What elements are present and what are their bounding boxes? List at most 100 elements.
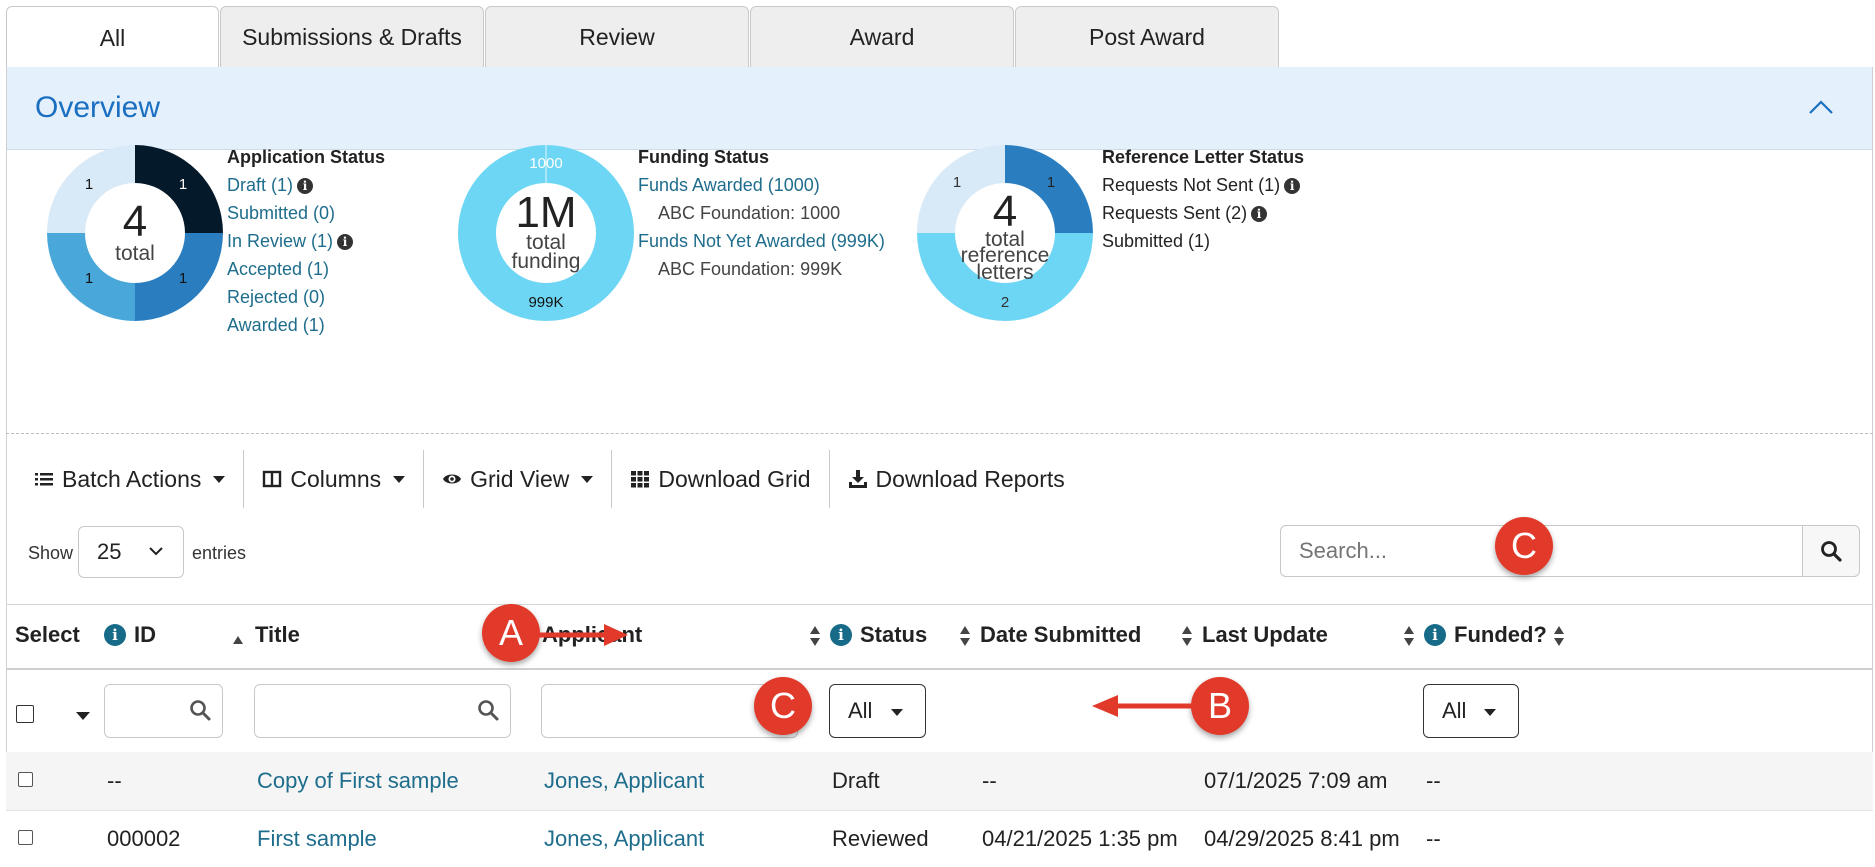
slice-label-top: 1000: [529, 155, 562, 172]
chevron-up-icon[interactable]: [1808, 97, 1834, 117]
tab-all[interactable]: All: [6, 6, 219, 69]
tab-post-award[interactable]: Post Award: [1015, 6, 1279, 68]
header-title[interactable]: Title: [255, 622, 300, 648]
slice-label: 1: [953, 174, 961, 191]
funding-status-legend: Funding Status Funds Awarded (1000) ABC …: [638, 143, 885, 283]
entries-label: entries: [192, 543, 247, 563]
info-icon[interactable]: i: [1284, 178, 1301, 195]
info-icon[interactable]: i: [1251, 206, 1268, 223]
annotation-arrow-b: [1092, 695, 1194, 717]
sort-icon[interactable]: [1553, 624, 1565, 648]
application-total: 4 total: [85, 197, 185, 265]
header-last-update[interactable]: Last Update: [1202, 622, 1328, 648]
cell-applicant[interactable]: Jones, Applicant: [544, 768, 704, 794]
overview-header[interactable]: Overview: [7, 67, 1872, 150]
cell-date-submitted: 04/21/2025 1:35 pm: [982, 826, 1178, 851]
info-icon[interactable]: i: [337, 234, 354, 251]
caret-down-icon: [891, 709, 903, 716]
search-icon: [1821, 541, 1842, 562]
tab-submissions-drafts[interactable]: Submissions & Drafts: [220, 6, 484, 68]
cell-applicant[interactable]: Jones, Applicant: [544, 826, 704, 852]
sort-icon[interactable]: [1181, 624, 1193, 648]
header-status[interactable]: i Status: [830, 622, 927, 648]
download-icon: [848, 470, 867, 488]
legend-requests-sent[interactable]: Requests Sent (2): [1102, 203, 1247, 223]
cell-date-submitted: --: [982, 768, 997, 793]
download-grid-button[interactable]: Download Grid: [612, 450, 830, 508]
status-filter-value: All: [848, 698, 873, 723]
annotation-badge-a: A: [482, 604, 540, 662]
header-id-label: ID: [134, 622, 156, 647]
header-select-label: Select: [15, 622, 80, 647]
legend-requests-not-sent[interactable]: Requests Not Sent (1): [1102, 175, 1280, 195]
header-status-label: Status: [860, 622, 928, 647]
header-date-submitted[interactable]: Date Submitted: [980, 622, 1141, 648]
cell-last-update: 04/29/2025 8:41 pm: [1204, 826, 1400, 851]
info-icon[interactable]: i: [1424, 624, 1446, 646]
batch-actions-button[interactable]: Batch Actions: [30, 450, 245, 508]
slice-label: 1: [179, 270, 187, 287]
cell-id: --: [107, 768, 122, 793]
info-icon[interactable]: i: [297, 178, 314, 195]
cell-title[interactable]: First sample: [257, 826, 377, 852]
row-checkbox[interactable]: [18, 830, 33, 845]
cell-id: 000002: [107, 826, 181, 851]
legend-funds-awarded[interactable]: Funds Awarded (1000): [638, 171, 885, 199]
caret-down-icon: [213, 475, 226, 483]
sort-icon[interactable]: [809, 624, 821, 648]
cell-funded: --: [1426, 826, 1441, 851]
caret-down-icon: [393, 475, 406, 483]
cell-status: Reviewed: [832, 826, 929, 851]
id-filter-input[interactable]: [104, 684, 223, 738]
slice-label: 1: [85, 176, 93, 193]
table-row[interactable]: -- Copy of First sample Jones, Applicant…: [6, 752, 1873, 810]
row-checkbox[interactable]: [18, 772, 33, 787]
sort-asc-icon[interactable]: [232, 628, 244, 652]
download-grid-label: Download Grid: [658, 465, 811, 492]
legend-rejected[interactable]: Rejected (0): [227, 287, 325, 307]
status-filter-select[interactable]: All: [829, 684, 926, 738]
download-reports-label: Download Reports: [875, 465, 1065, 492]
header-select: Select: [15, 622, 80, 648]
legend-funds-not-awarded[interactable]: Funds Not Yet Awarded (999K): [638, 227, 885, 255]
sort-icon[interactable]: [1403, 624, 1415, 648]
search-button[interactable]: [1802, 525, 1860, 577]
entries-per-page-select[interactable]: 25: [78, 526, 184, 578]
columns-button[interactable]: Columns: [244, 450, 425, 508]
header-title-label: Title: [255, 622, 300, 647]
title-filter-input[interactable]: [254, 684, 511, 738]
tab-award[interactable]: Award: [750, 6, 1014, 68]
slice-label: 2: [1001, 294, 1009, 311]
funded-filter-select[interactable]: All: [1423, 684, 1519, 738]
legend-submitted[interactable]: Submitted (0): [227, 203, 335, 223]
columns-icon: [263, 470, 282, 488]
info-icon[interactable]: i: [830, 624, 852, 646]
legend-funds-not-awarded-detail: ABC Foundation: 999K: [658, 259, 843, 279]
application-total-number: 4: [122, 197, 148, 246]
download-reports-button[interactable]: Download Reports: [830, 450, 1083, 508]
table-row[interactable]: 000002 First sample Jones, Applicant Rev…: [6, 810, 1873, 867]
cell-title[interactable]: Copy of First sample: [257, 768, 459, 794]
slice-label: 1: [179, 176, 187, 193]
legend-submitted[interactable]: Submitted (1): [1102, 231, 1210, 251]
legend-draft[interactable]: Draft (1): [227, 175, 293, 195]
application-total-label: total: [115, 242, 155, 265]
header-funded[interactable]: i Funded?: [1424, 622, 1547, 648]
legend-heading: Application Status: [227, 147, 386, 167]
legend-in-review[interactable]: In Review (1): [227, 231, 333, 251]
reference-total: 4 total reference letters: [950, 190, 1060, 284]
header-id[interactable]: i ID: [104, 622, 156, 648]
info-icon[interactable]: i: [104, 624, 126, 646]
legend-awarded[interactable]: Awarded (1): [227, 315, 325, 335]
grid-view-button[interactable]: Grid View: [424, 450, 613, 508]
cell-last-update: 07/1/2025 7:09 am: [1204, 768, 1388, 793]
caret-down-icon[interactable]: [76, 712, 90, 720]
funding-total-number: 1M: [515, 188, 577, 237]
funded-filter-value: All: [1442, 698, 1467, 723]
tab-review[interactable]: Review: [485, 6, 749, 68]
search-icon: [478, 700, 499, 721]
legend-accepted[interactable]: Accepted (1): [227, 259, 329, 279]
caret-down-icon: [581, 475, 594, 483]
sort-icon[interactable]: [959, 624, 971, 648]
select-all-checkbox[interactable]: [16, 705, 34, 723]
